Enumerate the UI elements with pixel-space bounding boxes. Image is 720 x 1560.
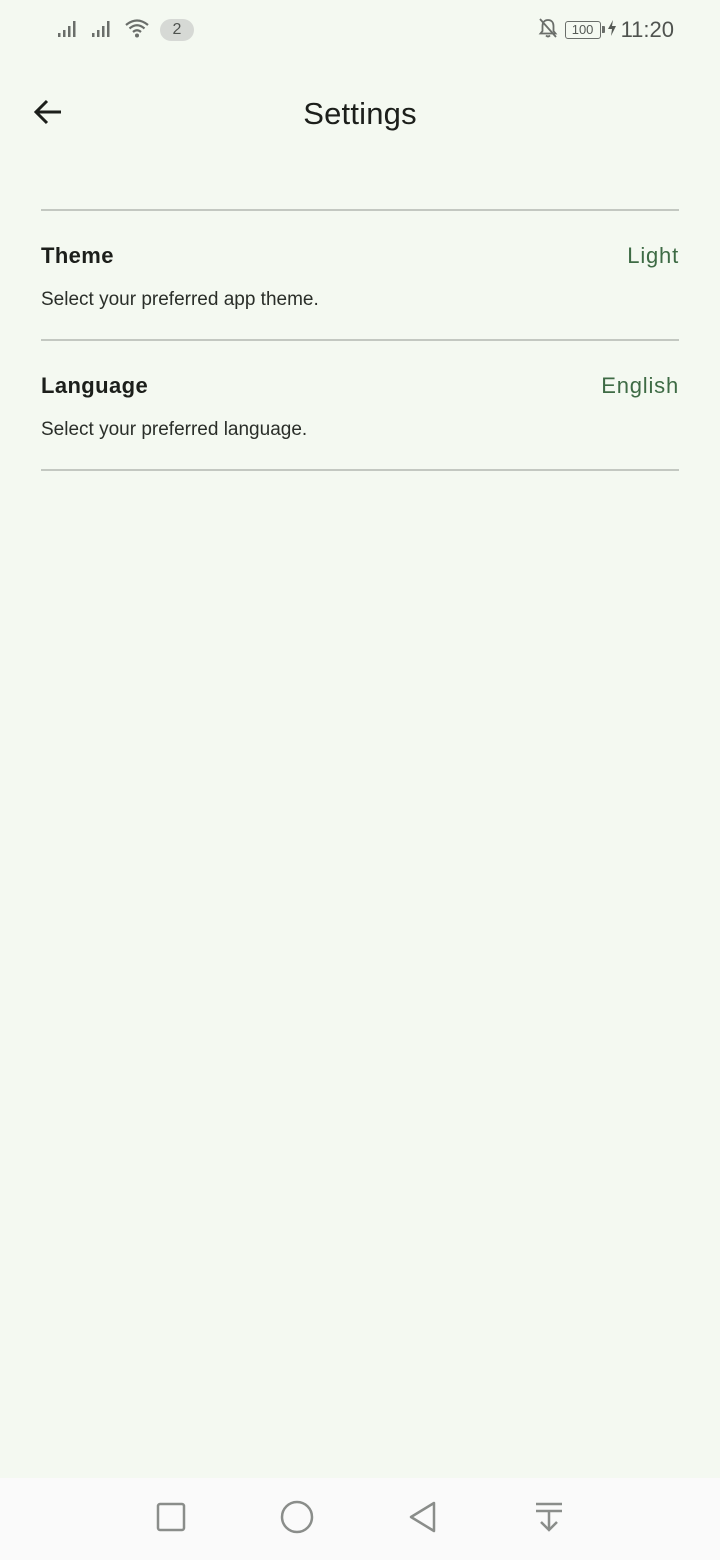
signal-icon — [90, 18, 114, 43]
notifications-off-icon — [537, 17, 559, 44]
setting-title: Theme — [41, 243, 114, 268]
system-navigation-bar — [0, 1478, 720, 1560]
wifi-icon — [124, 18, 150, 43]
status-right: 100 11:20 — [531, 17, 674, 44]
recents-button[interactable] — [141, 1489, 201, 1549]
status-clock: 11:20 — [620, 17, 674, 42]
notification-count-badge: 2 — [160, 19, 194, 41]
page-title: Settings — [303, 96, 417, 131]
setting-value: English — [601, 373, 679, 398]
setting-value: Light — [627, 243, 679, 268]
back-icon — [407, 1500, 439, 1539]
status-bar: 2 100 11:20 — [0, 0, 720, 60]
setting-item-language[interactable]: Language English Select your preferred l… — [41, 341, 679, 469]
recents-icon — [155, 1501, 187, 1538]
setting-title: Language — [41, 373, 149, 398]
divider — [41, 469, 679, 471]
home-icon — [279, 1499, 315, 1540]
settings-list: Theme Light Select your preferred app th… — [41, 209, 679, 471]
notification-shade-icon — [533, 1500, 565, 1539]
setting-description: Select your preferred app theme. — [41, 289, 319, 310]
nav-back-button[interactable] — [393, 1489, 453, 1549]
settings-screen: 2 100 11:20 Settings Theme Light Select … — [0, 0, 720, 1560]
charging-icon — [607, 19, 617, 42]
signal-icon — [56, 18, 80, 43]
setting-item-theme[interactable]: Theme Light Select your preferred app th… — [41, 211, 679, 339]
notification-shade-button[interactable] — [519, 1489, 579, 1549]
battery-icon: 100 — [564, 21, 605, 39]
setting-description: Select your preferred language. — [41, 419, 308, 440]
top-app-bar: Settings — [0, 60, 720, 170]
home-button[interactable] — [267, 1489, 327, 1549]
status-left: 2 — [56, 18, 204, 43]
